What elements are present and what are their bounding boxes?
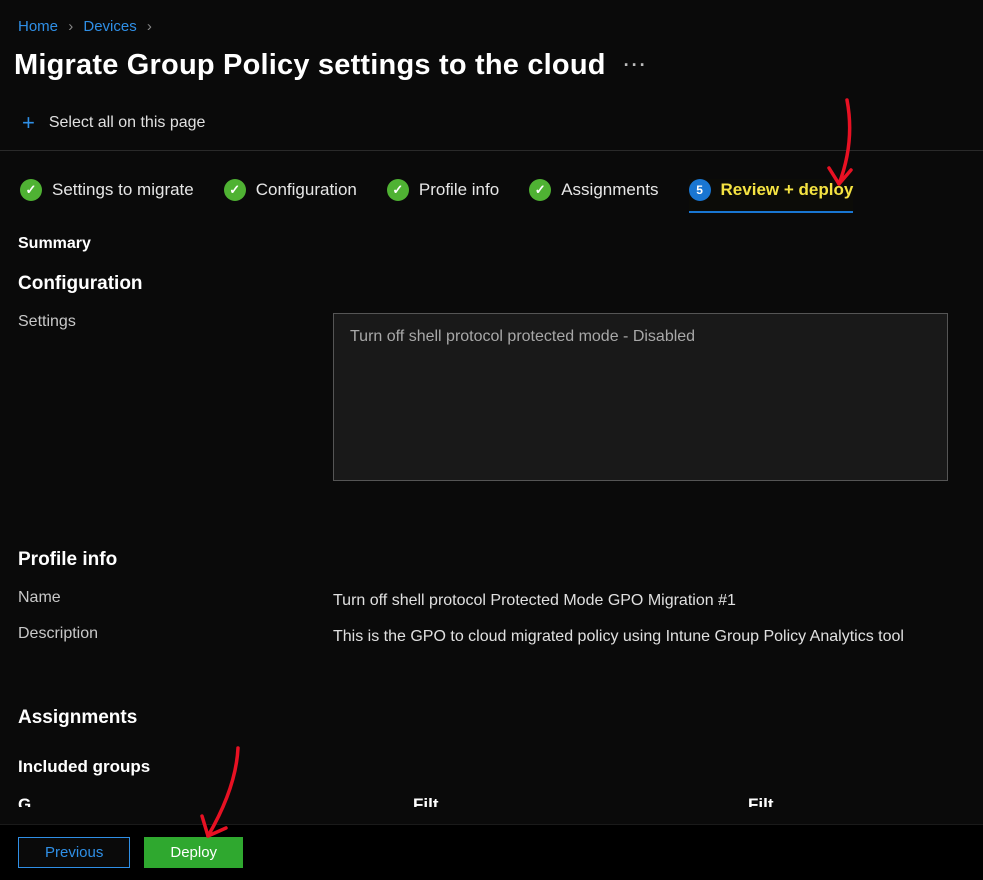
breadcrumb: Home › Devices › bbox=[0, 0, 983, 43]
select-all-row[interactable]: + Select all on this page bbox=[0, 100, 983, 151]
table-col: Filt bbox=[748, 795, 774, 807]
step-number-badge: 5 bbox=[689, 179, 711, 201]
summary-heading: Summary bbox=[18, 235, 965, 253]
table-header-row: G Filt Filt bbox=[18, 795, 965, 807]
description-label: Description bbox=[18, 625, 333, 643]
wizard-steps: ✓ Settings to migrate ✓ Configuration ✓ … bbox=[0, 151, 983, 213]
assignments-heading: Assignments bbox=[18, 707, 965, 729]
step-review-deploy[interactable]: 5 Review + deploy bbox=[689, 179, 854, 213]
name-value: Turn off shell protocol Protected Mode G… bbox=[333, 589, 736, 613]
step-label: Settings to migrate bbox=[52, 180, 194, 200]
settings-label: Settings bbox=[18, 313, 333, 331]
step-configuration[interactable]: ✓ Configuration bbox=[224, 179, 357, 201]
configuration-heading: Configuration bbox=[18, 273, 965, 295]
breadcrumb-devices[interactable]: Devices bbox=[83, 18, 136, 35]
previous-button[interactable]: Previous bbox=[18, 837, 130, 868]
step-label: Configuration bbox=[256, 180, 357, 200]
check-icon: ✓ bbox=[387, 179, 409, 201]
settings-value-box: Turn off shell protocol protected mode -… bbox=[333, 313, 948, 481]
table-col: G bbox=[18, 795, 413, 807]
select-all-label: Select all on this page bbox=[49, 114, 206, 132]
check-icon: ✓ bbox=[20, 179, 42, 201]
check-icon: ✓ bbox=[529, 179, 551, 201]
check-icon: ✓ bbox=[224, 179, 246, 201]
breadcrumb-separator: › bbox=[147, 18, 152, 35]
table-col: Filt bbox=[413, 795, 748, 807]
included-groups-heading: Included groups bbox=[18, 757, 965, 777]
description-value: This is the GPO to cloud migrated policy… bbox=[333, 625, 904, 649]
name-label: Name bbox=[18, 589, 333, 607]
deploy-button[interactable]: Deploy bbox=[144, 837, 243, 868]
breadcrumb-separator: › bbox=[68, 18, 73, 35]
page-title: Migrate Group Policy settings to the clo… bbox=[0, 43, 983, 100]
step-label: Assignments bbox=[561, 180, 658, 200]
step-assignments[interactable]: ✓ Assignments bbox=[529, 179, 658, 201]
plus-icon: + bbox=[22, 112, 35, 134]
profile-info-heading: Profile info bbox=[18, 549, 965, 571]
breadcrumb-home[interactable]: Home bbox=[18, 18, 58, 35]
step-settings-to-migrate[interactable]: ✓ Settings to migrate bbox=[20, 179, 194, 201]
page-title-text: Migrate Group Policy settings to the clo… bbox=[14, 49, 606, 82]
settings-value-text: Turn off shell protocol protected mode -… bbox=[350, 328, 695, 345]
step-label: Profile info bbox=[419, 180, 499, 200]
more-options-icon[interactable]: ··· bbox=[624, 55, 648, 76]
step-profile-info[interactable]: ✓ Profile info bbox=[387, 179, 499, 201]
footer-buttons: Previous Deploy bbox=[0, 824, 983, 880]
step-label: Review + deploy bbox=[721, 180, 854, 200]
